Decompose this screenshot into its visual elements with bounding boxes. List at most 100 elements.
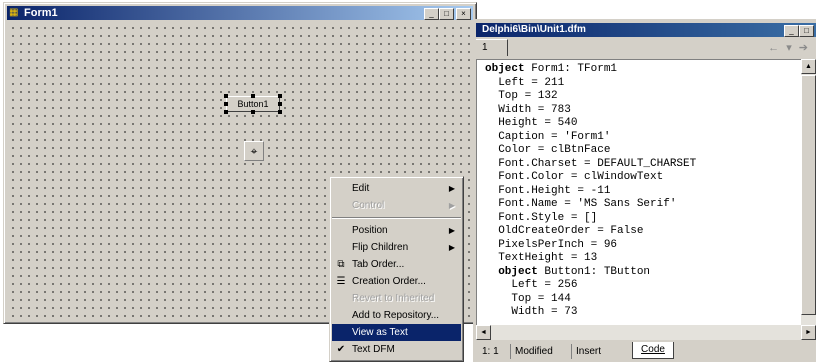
selection-handle[interactable] [278, 110, 282, 114]
selection-handle[interactable] [251, 110, 255, 114]
form-title: Form1 [24, 7, 58, 19]
code-text: Form1: TForm1 [524, 63, 618, 75]
code-line: Color = clBtnFace [485, 144, 801, 158]
menu-item-label: Edit [352, 183, 370, 194]
menu-item-label: Revert to Inherited [352, 293, 435, 304]
menu-item-add-to-repository[interactable]: Add to Repository... [332, 307, 461, 324]
menu-item-label: Control [352, 200, 385, 211]
code-keyword: object [485, 63, 525, 75]
editor-minimize-button[interactable]: _ [784, 25, 799, 37]
code-text: TextHeight = 13 [498, 252, 598, 264]
code-editor-window[interactable]: Delphi6\Bin\Unit1.dfm _ □ 1 ← ▾ ➔ object… [473, 19, 816, 362]
selection-handle[interactable] [224, 102, 228, 106]
submenu-arrow-icon: ▶ [448, 226, 455, 235]
navigation-arrows-icon[interactable]: ← ▾ ➔ [768, 41, 810, 54]
selection-handle[interactable] [278, 94, 282, 98]
menu-item-label: Position [352, 225, 388, 236]
menu-item-revert-to-inherited[interactable]: Revert to Inherited [332, 290, 461, 307]
vertical-scroll-thumb[interactable] [801, 75, 816, 315]
selection-handle[interactable] [224, 110, 228, 114]
selection-handle[interactable] [278, 102, 282, 106]
code-text: Top = 144 [511, 292, 571, 305]
code-text: Font.Color = clWindowText [498, 171, 664, 183]
form-icon: ▦ [9, 7, 19, 18]
code-line: Left = 211 [485, 77, 801, 91]
code-text: Font.Height = -11 [498, 184, 611, 197]
menu-item-label: Text DFM [352, 344, 395, 355]
menu-item-view-as-text[interactable]: View as Text [332, 324, 461, 341]
code-line: TextHeight = 13 [485, 252, 801, 266]
selection-handle[interactable] [251, 94, 255, 98]
modified-indicator: Modified [510, 344, 565, 359]
code-text: Width = 783 [498, 103, 571, 116]
code-text: Font.Style = [] [498, 211, 598, 224]
code-text: Top = 132 [498, 90, 558, 102]
scroll-right-arrow-icon[interactable]: ► [801, 325, 816, 340]
scroll-left-arrow-icon[interactable]: ◄ [476, 325, 491, 340]
form-title-bar[interactable]: ▦ Form1 _ □ × [7, 6, 473, 20]
editor-tab[interactable]: 1 [476, 39, 508, 56]
menu-item-edit[interactable]: Edit ▶ [332, 180, 461, 197]
editor-tab-row: 1 ← ▾ ➔ [476, 39, 816, 57]
scroll-up-arrow-icon[interactable]: ▲ [801, 59, 816, 74]
code-line: Font.Height = -11 [485, 185, 801, 199]
code-line: Font.Color = clWindowText [485, 171, 801, 185]
creation-order-icon: ☰ [336, 276, 346, 287]
code-line: PixelsPerInch = 96 [485, 239, 801, 253]
code-line: Font.Style = [] [485, 212, 801, 226]
menu-item-flip-children[interactable]: Flip Children ▶ [332, 239, 461, 256]
vertical-scrollbar[interactable]: ▲ [801, 59, 816, 325]
code-keyword: object [498, 265, 538, 278]
code-text: OldCreateOrder = False [498, 225, 644, 237]
menu-item-label: Add to Repository... [352, 310, 440, 321]
code-line: object Button1: TButton [485, 266, 801, 280]
checkmark-icon: ✔ [336, 344, 346, 355]
tab-order-icon: ⧉ [337, 259, 345, 270]
code-text: Color = clBtnFace [498, 144, 611, 156]
menu-item-tab-order[interactable]: ⧉ Tab Order... [332, 256, 461, 273]
code-line: Height = 540 [485, 117, 801, 131]
menu-item-label: Creation Order... [352, 276, 426, 287]
menu-item-label: Tab Order... [352, 259, 405, 270]
code-text: Font.Charset = DEFAULT_CHARSET [498, 157, 697, 170]
code-text: Left = 211 [498, 76, 565, 89]
code-line: Width = 783 [485, 104, 801, 118]
editor-title-bar[interactable]: Delphi6\Bin\Unit1.dfm _ □ [476, 23, 816, 37]
menu-item-label: Flip Children [352, 242, 409, 253]
tab-code[interactable]: Code [632, 342, 674, 359]
code-text: Left = 256 [511, 279, 578, 291]
code-line: Top = 144 [485, 293, 801, 307]
selection-handle[interactable] [224, 94, 228, 98]
editor-maximize-button[interactable]: □ [799, 25, 814, 37]
code-line: Caption = 'Form1' [485, 131, 801, 145]
menu-separator [332, 217, 461, 219]
editor-title: Delphi6\Bin\Unit1.dfm [482, 24, 586, 35]
code-text: PixelsPerInch = 96 [498, 238, 618, 251]
minimize-button[interactable]: _ [424, 8, 439, 20]
code-editor-text[interactable]: object Form1: TForm1 Left = 211 Top = 13… [476, 59, 801, 325]
menu-item-creation-order[interactable]: ☰ Creation Order... [332, 273, 461, 290]
insert-mode-indicator: Insert [571, 344, 626, 359]
context-menu: Edit ▶ Control ▶ Position ▶ Flip Children ▶ ⧉ Tab… [329, 176, 464, 362]
submenu-arrow-icon: ▶ [448, 184, 455, 193]
code-text: Font.Name = 'MS Sans Serif' [498, 198, 677, 210]
menu-item-position[interactable]: Position ▶ [332, 222, 461, 239]
menu-item-text-dfm[interactable]: ✔ Text DFM [332, 341, 461, 358]
submenu-arrow-icon: ▶ [448, 243, 455, 252]
editor-status-bar: 1: 1 Modified Insert Code [476, 342, 816, 362]
code-line: Font.Charset = DEFAULT_CHARSET [485, 158, 801, 172]
close-button[interactable]: × [456, 8, 471, 20]
code-text: Width = 73 [511, 306, 578, 318]
code-text: Caption = 'Form1' [498, 130, 611, 143]
maximize-button[interactable]: □ [439, 8, 454, 20]
nonvisual-component-icon[interactable]: ⌖ [244, 141, 264, 161]
code-line: OldCreateOrder = False [485, 225, 801, 239]
cursor-position: 1: 1 [482, 346, 499, 357]
code-line: Width = 73 [485, 306, 801, 320]
horizontal-scrollbar[interactable]: ◄ ► [476, 325, 816, 340]
menu-item-control[interactable]: Control ▶ [332, 197, 461, 214]
submenu-arrow-icon: ▶ [448, 201, 455, 210]
code-line: Top = 132 [485, 90, 801, 104]
code-line: object Form1: TForm1 [485, 63, 801, 77]
menu-item-label: View as Text [352, 327, 408, 338]
